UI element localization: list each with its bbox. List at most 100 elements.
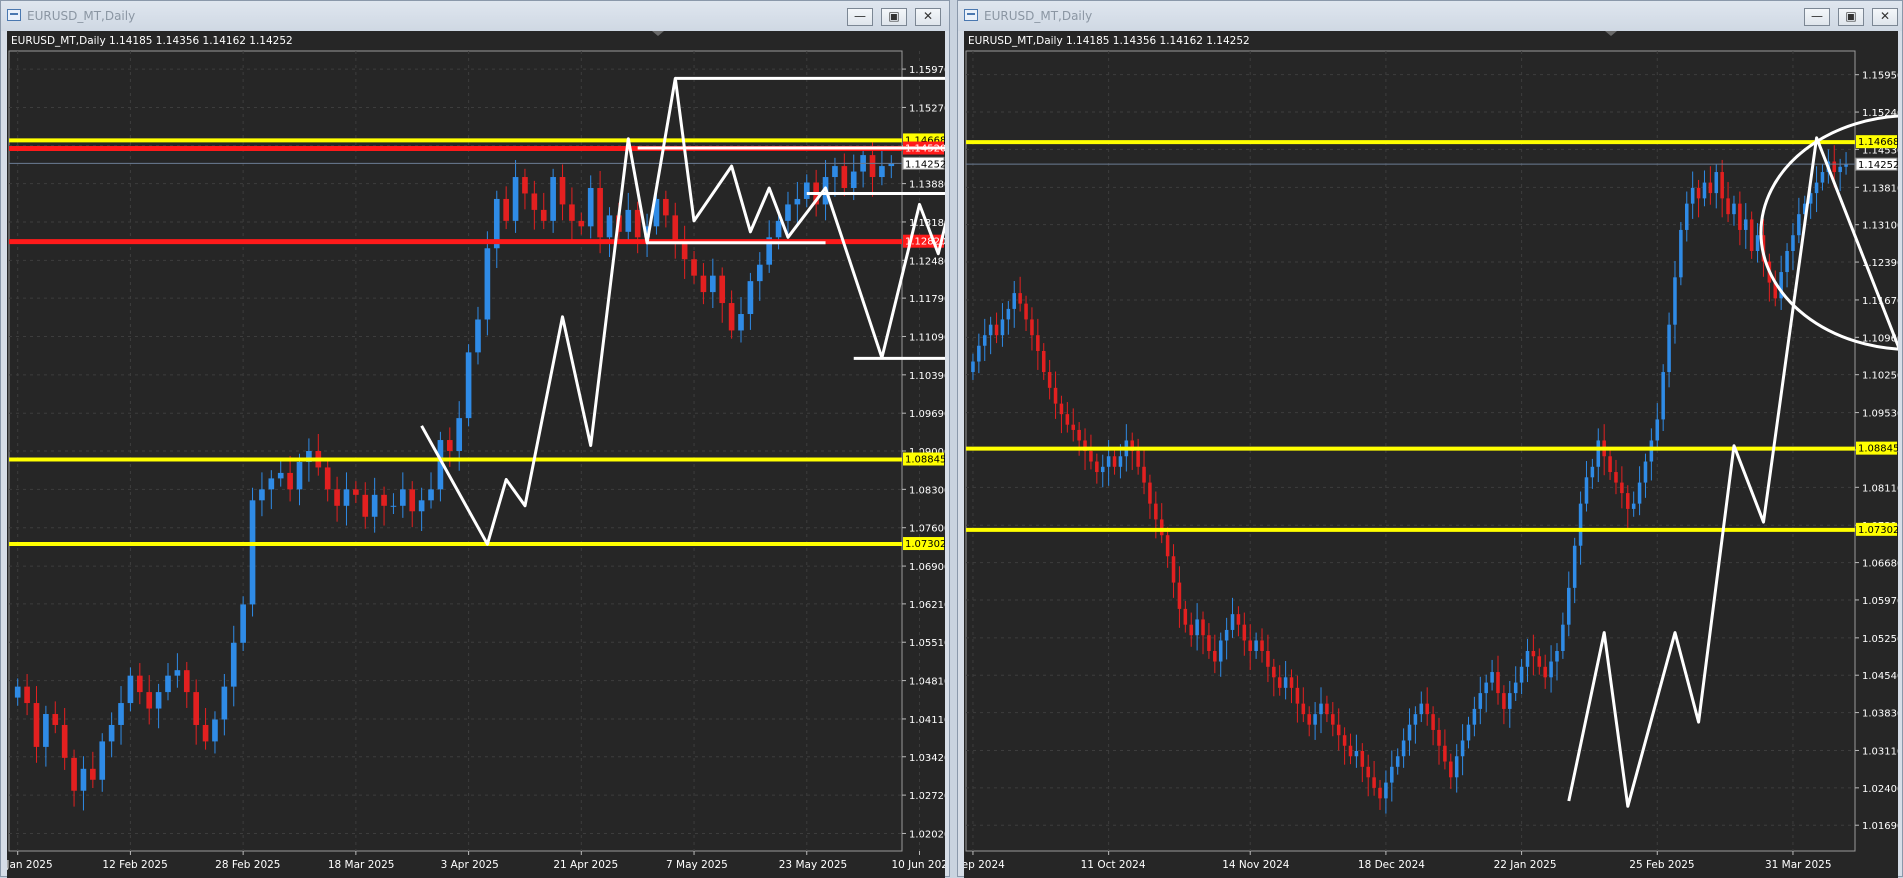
candle-body [1667, 324, 1671, 373]
candle-body [1738, 203, 1742, 230]
close-button[interactable]: ✕ [915, 8, 941, 26]
candle-body [1378, 787, 1382, 799]
y-axis-tick-label: 1.11790 [909, 294, 945, 305]
candle-body [1301, 703, 1306, 715]
candle-body [1525, 651, 1530, 667]
candle-body [1820, 172, 1825, 183]
candle-body [1449, 761, 1453, 778]
x-axis-tick-label: 12 Feb 2025 [102, 859, 167, 871]
candle-body [1195, 619, 1199, 636]
candle-body [1165, 535, 1170, 557]
candle-body [1661, 372, 1665, 420]
candle-body [193, 692, 199, 725]
candle-body [1012, 293, 1017, 309]
candle-body [33, 703, 40, 747]
candle-body [183, 670, 190, 693]
price-chart[interactable]: 1.159701.152701.145701.138801.131801.124… [7, 31, 945, 878]
candle-body [841, 166, 848, 188]
candle-body [1743, 219, 1748, 230]
candle-body [1295, 687, 1300, 704]
candle-body [672, 215, 679, 243]
y-axis-tick-label: 1.02400 [1862, 784, 1898, 795]
candle-body [1024, 303, 1028, 320]
y-axis-tick-label: 1.03110 [1862, 746, 1898, 757]
y-axis-tick-label: 1.04110 [909, 715, 945, 726]
candle-body [1242, 624, 1247, 641]
restore-button[interactable]: ▣ [881, 8, 907, 26]
y-axis-tick-label: 1.08300 [909, 485, 945, 496]
y-axis-tick-label: 1.11090 [909, 332, 945, 343]
restore-button[interactable]: ▣ [1838, 8, 1864, 26]
title-bar[interactable]: EURUSD_MT,Daily — ▣ ✕ [958, 1, 1902, 31]
minimize-button[interactable]: — [847, 8, 873, 26]
candle-body [1254, 640, 1258, 651]
x-axis-tick-label: 9 Sep 2024 [964, 859, 1005, 871]
minimize-button[interactable]: — [1804, 8, 1830, 26]
candle-body [174, 670, 181, 676]
x-axis-tick-label: 31 Mar 2025 [1765, 859, 1832, 871]
candle-body [1572, 545, 1577, 588]
candle-body [1277, 677, 1282, 688]
candle-body [1596, 440, 1601, 467]
y-axis-tick-label: 1.05970 [1862, 596, 1898, 607]
candle-body [569, 204, 575, 221]
candle-body [1437, 729, 1441, 746]
candle-body [1354, 751, 1359, 757]
candle-body [531, 193, 538, 210]
candle-body [108, 724, 115, 742]
candle-body [1384, 782, 1388, 799]
candle-body [559, 177, 566, 205]
x-axis-tick-label: 10 Jun 2025 [891, 859, 945, 871]
trend-zigzag-drawing [1567, 136, 1898, 808]
chart-header: EURUSD_MT,Daily 1.14185 1.14356 1.14162 … [11, 35, 293, 47]
candle-body [578, 220, 585, 227]
candle-body [61, 724, 68, 758]
candle-body [371, 494, 378, 517]
candle-body [381, 494, 387, 506]
candle-body [484, 248, 491, 320]
chart-header: EURUSD_MT,Daily 1.14185 1.14356 1.14162 … [968, 35, 1250, 47]
y-axis-tick-label: 1.09530 [1862, 409, 1898, 420]
candle-body [728, 303, 735, 331]
candle-body [202, 724, 209, 742]
candle-body [1283, 677, 1288, 688]
candle-body [1637, 482, 1642, 504]
candle-body [1036, 335, 1040, 351]
candle-body [1684, 203, 1689, 230]
price-chart[interactable]: 1.159501.152401.145301.138101.131001.123… [964, 31, 1898, 878]
candle-body [324, 467, 331, 490]
candle-body [296, 461, 303, 490]
shift-marker [652, 31, 664, 36]
candle-body [1213, 651, 1217, 662]
candle-body [1106, 456, 1111, 467]
candle-body [1342, 735, 1347, 746]
candle-body [1407, 724, 1412, 741]
candle-body [1561, 624, 1565, 651]
x-axis-tick-label: 18 Dec 2024 [1358, 859, 1425, 871]
candle-body [136, 675, 143, 693]
candlestick-chart-svg[interactable]: 1.159501.152401.145301.138101.131001.123… [964, 31, 1898, 878]
candle-body [1519, 666, 1524, 683]
candle-body [362, 494, 369, 517]
candle-body [1260, 640, 1264, 651]
candle-body [1708, 182, 1713, 194]
close-button[interactable]: ✕ [1872, 8, 1898, 26]
candle-body [988, 324, 993, 336]
candle-body [977, 345, 981, 362]
candle-body [1331, 714, 1335, 725]
candlestick-chart-svg[interactable]: 1.159701.152701.145701.138801.131801.124… [7, 31, 945, 878]
candle-body [1325, 703, 1329, 715]
title-bar[interactable]: EURUSD_MT,Daily — ▣ ✕ [1, 1, 949, 31]
candle-body [719, 275, 726, 304]
candle-body [1578, 503, 1583, 546]
candle-body [1679, 229, 1683, 278]
x-axis-tick-label: 11 Oct 2024 [1081, 859, 1146, 871]
candle-body [1390, 766, 1394, 783]
candle-body [428, 489, 434, 501]
x-axis-tick-label: 18 Mar 2025 [328, 859, 395, 871]
chart-window-icon [7, 9, 21, 21]
candle-body [1201, 619, 1205, 636]
candle-body [550, 177, 556, 221]
candle-body [1755, 235, 1760, 251]
candle-body [1460, 740, 1465, 757]
